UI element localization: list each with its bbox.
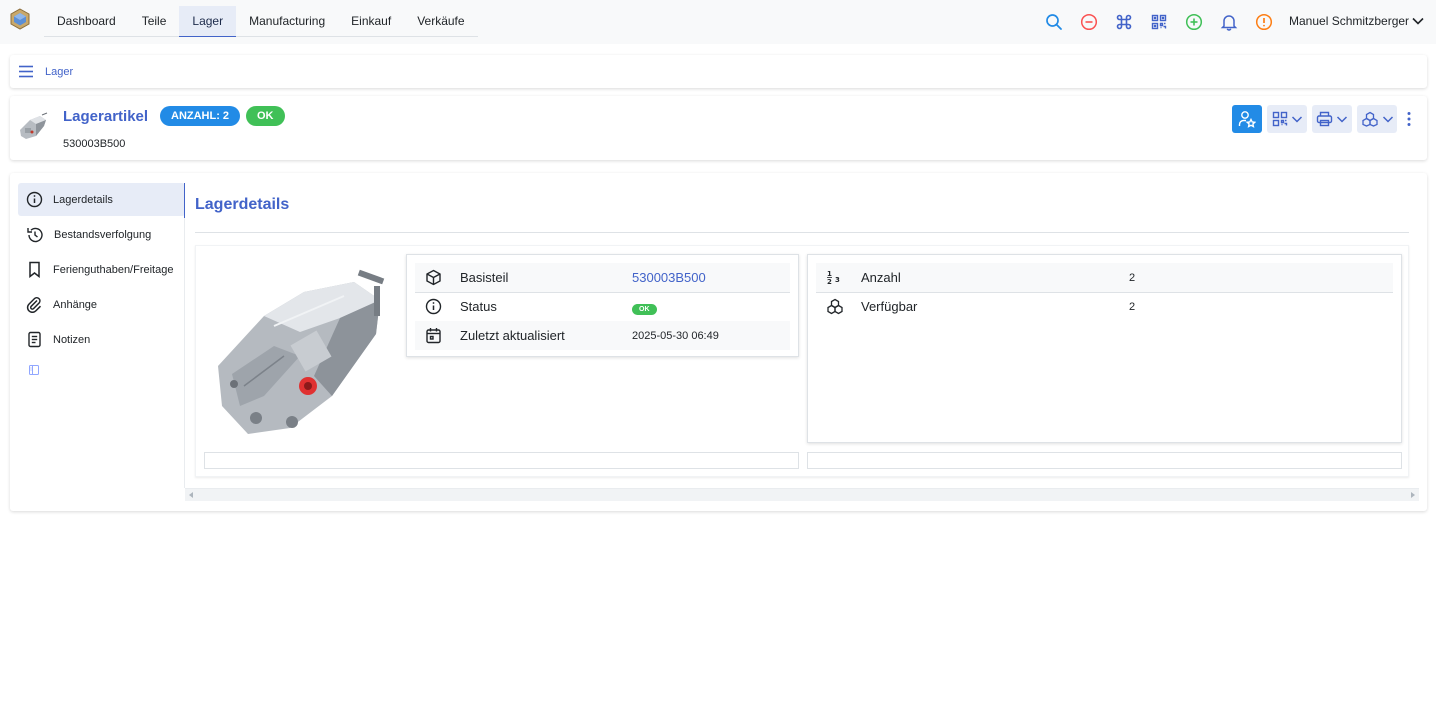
printer-icon	[1316, 111, 1333, 127]
status-badge: OK	[246, 106, 285, 126]
subscribe-button[interactable]	[1232, 105, 1262, 133]
part-thumbnail[interactable]	[16, 112, 50, 142]
top-actions	[1043, 11, 1288, 33]
numbers-icon: 12 3	[827, 270, 840, 286]
page-title: Lagerartikel	[63, 108, 149, 125]
sidebar-item-anhaenge[interactable]: Anhänge	[18, 288, 185, 321]
sidebar-item-label: Ferienguthaben/Freitage	[53, 263, 174, 276]
horizontal-scrollbar[interactable]	[185, 488, 1419, 501]
detail-panel: Lagerdetails Bestandsverfolgung Feriengu…	[10, 173, 1427, 511]
status-value: OK	[632, 299, 657, 315]
qr-code-icon[interactable]	[1148, 11, 1170, 33]
minus-circle-icon[interactable]	[1078, 11, 1100, 33]
table-row: Basisteil 530003B500	[415, 263, 790, 292]
qr-code-icon	[1272, 111, 1287, 127]
updated-value: 2025-05-30 06:49	[632, 329, 719, 342]
paperclip-icon	[26, 296, 42, 313]
table-row: 123 Anzahl 2	[816, 263, 1393, 292]
menu-icon[interactable]	[18, 65, 34, 78]
quantity-value: 2	[1129, 271, 1136, 284]
row-label: Zuletzt aktualisiert	[460, 328, 565, 343]
stack-icon	[1361, 111, 1378, 127]
notes-icon	[28, 331, 41, 348]
row-label: Basisteil	[460, 270, 509, 285]
sidebar-item-label: Notizen	[53, 333, 91, 346]
user-star-icon	[1238, 111, 1256, 128]
calendar-icon	[426, 328, 441, 344]
search-icon[interactable]	[1043, 11, 1065, 33]
top-navbar: Dashboard Teile Lager Manufacturing Eink…	[0, 0, 1436, 44]
more-options-icon[interactable]	[1406, 111, 1412, 127]
svg-text:1: 1	[827, 270, 832, 278]
nav-verkaeufe[interactable]: Verkäufe	[404, 6, 477, 37]
section-divider	[195, 232, 1409, 233]
collapse-sidebar-icon[interactable]	[29, 365, 39, 375]
scroll-right-icon[interactable]	[1411, 492, 1415, 498]
info-circle-icon	[26, 191, 43, 208]
cube-icon	[426, 269, 441, 286]
status-pill: OK	[632, 303, 657, 315]
section-title: Lagerdetails	[195, 196, 290, 213]
main-nav: Dashboard Teile Lager Manufacturing Eink…	[44, 6, 478, 37]
empty-panel-right	[807, 452, 1402, 469]
svg-text:3: 3	[835, 276, 840, 284]
base-part-link[interactable]: 530003B500	[632, 270, 706, 285]
svg-text:2: 2	[827, 278, 832, 286]
available-value: 2	[1129, 300, 1136, 313]
row-label: Anzahl	[861, 270, 901, 285]
chevron-down-icon	[1336, 116, 1348, 123]
nav-dashboard[interactable]: Dashboard	[44, 6, 129, 37]
sidebar-item-notizen[interactable]: Notizen	[18, 323, 185, 356]
sidebar-item-label: Lagerdetails	[53, 193, 113, 206]
empty-panel-left	[204, 452, 799, 469]
alert-circle-icon[interactable]	[1253, 11, 1275, 33]
header-actions	[1232, 105, 1402, 133]
sidebar-divider	[184, 218, 185, 488]
sidebar-item-bestandsverfolgung[interactable]: Bestandsverfolgung	[18, 218, 185, 251]
chevron-down-icon[interactable]	[1411, 14, 1425, 28]
table-row: Verfügbar 2	[816, 292, 1393, 321]
app-logo-icon[interactable]	[10, 8, 30, 30]
nav-teile[interactable]: Teile	[129, 6, 180, 37]
nav-manufacturing[interactable]: Manufacturing	[236, 6, 338, 37]
sidebar-item-label: Bestandsverfolgung	[54, 228, 152, 241]
stack-icon	[827, 298, 843, 315]
page-header: Lagerartikel ANZAHL: 2 OK 530003B500	[10, 96, 1427, 160]
table-row: Status OK	[415, 292, 790, 321]
sidebar-item-ferienguthaben[interactable]: Ferienguthaben/Freitage	[18, 253, 185, 286]
row-label: Status	[460, 299, 497, 314]
details-grid: Basisteil 530003B500 Status OK Zuletzt a…	[195, 245, 1409, 477]
user-menu[interactable]: Manuel Schmitzberger	[1289, 14, 1409, 28]
sidebar-item-label: Anhänge	[53, 298, 98, 311]
bell-icon[interactable]	[1218, 11, 1240, 33]
stock-info-table: 123 Anzahl 2 Verfügbar 2	[807, 254, 1402, 443]
barcode-actions-dropdown[interactable]	[1267, 105, 1307, 133]
plus-circle-icon[interactable]	[1183, 11, 1205, 33]
table-row: Zuletzt aktualisiert 2025-05-30 06:49	[415, 321, 790, 350]
breadcrumb-bar: Lager	[10, 55, 1427, 88]
row-label: Verfügbar	[861, 299, 918, 314]
part-info-table: Basisteil 530003B500 Status OK Zuletzt a…	[406, 254, 799, 357]
nav-lager[interactable]: Lager	[179, 6, 237, 37]
history-icon	[27, 227, 43, 242]
sidebar-item-lagerdetails[interactable]: Lagerdetails	[18, 183, 185, 216]
stock-operations-dropdown[interactable]	[1357, 105, 1397, 133]
command-icon[interactable]	[1113, 11, 1135, 33]
breadcrumb-link[interactable]: Lager	[45, 66, 73, 78]
nav-einkauf[interactable]: Einkauf	[338, 6, 404, 37]
active-tab-indicator	[184, 183, 185, 218]
part-image[interactable]	[204, 256, 398, 442]
scroll-left-icon[interactable]	[189, 492, 193, 498]
part-ipn: 530003B500	[63, 138, 126, 150]
chevron-down-icon	[1382, 116, 1393, 123]
quantity-badge: ANZAHL: 2	[160, 106, 241, 126]
bookmark-icon	[29, 261, 40, 278]
print-actions-dropdown[interactable]	[1312, 105, 1352, 133]
info-circle-icon	[425, 298, 442, 315]
chevron-down-icon	[1291, 116, 1302, 123]
panel-sidebar: Lagerdetails Bestandsverfolgung Feriengu…	[18, 183, 185, 358]
